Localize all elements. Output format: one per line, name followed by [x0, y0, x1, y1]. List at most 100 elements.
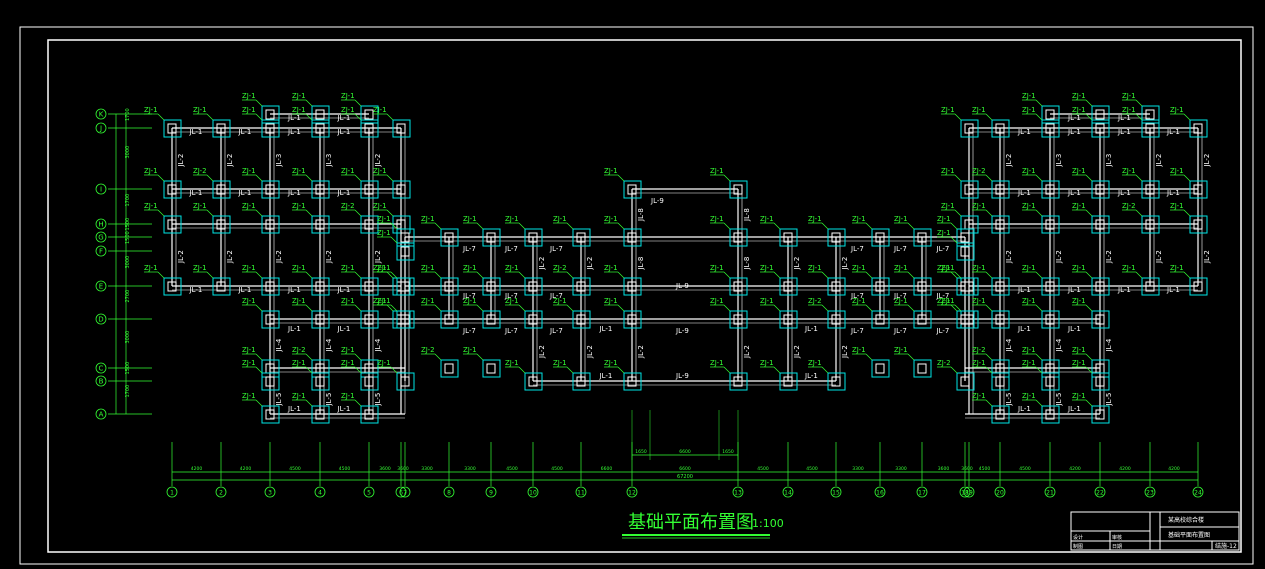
footing-label: ZJ-1 [852, 346, 866, 354]
beam-label-vertical: JL-4 [325, 338, 333, 352]
beam-label: JL-1 [1017, 128, 1031, 136]
beam-label: JL-1 [189, 189, 203, 197]
beam-label-vertical: JL-2 [1155, 154, 1163, 168]
footing-label: ZJ-2 [341, 202, 355, 210]
drawing-title: 基础平面布置图 [628, 512, 754, 533]
beam-label-vertical: JL-2 [1005, 250, 1013, 264]
col-dim-text: 4500 [1019, 466, 1031, 472]
footing-label: ZJ-1 [1022, 106, 1036, 114]
col-dim-text: 4500 [339, 466, 351, 472]
beam-label: JL-7 [936, 327, 950, 335]
footing-label: ZJ-1 [373, 167, 387, 175]
drawing-scale: 1:100 [752, 517, 784, 530]
col-axis-label: 2 [219, 490, 223, 497]
beam-label: JL-1 [287, 286, 301, 294]
footing-label: ZJ-1 [373, 106, 387, 114]
beam-label: JL-7 [504, 327, 518, 335]
footing-label: ZJ-1 [1072, 92, 1086, 100]
beam-label-vertical: JL-2 [374, 250, 382, 264]
footing-label: ZJ-1 [341, 392, 355, 400]
cad-viewport[interactable]: ZJ-1 ZJ-1 ZJ-1 ZJ-1 ZJ-1 ZJ-2 ZJ-1 ZJ-1 ZJ-1 ZJ-1… [0, 0, 1265, 565]
beam-label: JL-7 [850, 327, 864, 335]
beam-label: JL-1 [1166, 128, 1180, 136]
beam-label-vertical: JL-2 [1203, 154, 1211, 168]
row-dim-text: 1700 [125, 194, 131, 207]
col-axis-label: 10 [529, 490, 537, 497]
row-dim-text: 3000 [125, 331, 131, 344]
col-dim-text: 4500 [289, 466, 301, 472]
beam-label: JL-1 [1067, 405, 1081, 413]
beam-label: JL-1 [1017, 286, 1031, 294]
col-dim-text: 4200 [240, 466, 252, 472]
footing-label: ZJ-1 [937, 264, 951, 272]
beam-label: JL-1 [287, 128, 301, 136]
footing-label: ZJ-1 [972, 202, 986, 210]
footing-label: ZJ-1 [808, 215, 822, 223]
beam-label: JL-1 [804, 372, 818, 380]
beam-label: JL-1 [1067, 128, 1081, 136]
title-block-label-draft: 制图 [1073, 543, 1083, 550]
col-axis-label: 23 [1146, 490, 1154, 497]
beam-label: JL-1 [1117, 128, 1131, 136]
footing-label: ZJ-1 [292, 106, 306, 114]
beam-label: JL-1 [337, 325, 351, 333]
beam-label-vertical: JL-2 [586, 257, 594, 271]
footing-label: ZJ-1 [1022, 346, 1036, 354]
footing-label: ZJ-1 [292, 392, 306, 400]
col-axis-label: 8 [447, 490, 451, 497]
beam-label-vertical: JL-8 [743, 208, 751, 222]
footing-label: ZJ-1 [242, 359, 256, 367]
col-axis-label: 5 [367, 490, 371, 497]
footing-label: ZJ-1 [377, 359, 391, 367]
beam-label: JL-1 [1166, 286, 1180, 294]
beam-label-vertical: JL-4 [374, 338, 382, 352]
beam-label: JL-1 [1017, 189, 1031, 197]
beam-label-vertical: JL-8 [743, 257, 751, 271]
footing-label: ZJ-1 [341, 297, 355, 305]
footing-label: ZJ-1 [421, 297, 435, 305]
col-axis-label: 22 [1096, 490, 1104, 497]
beam-label: JL-1 [287, 189, 301, 197]
col-axis-label: 7 [403, 490, 407, 497]
beam-label: JL-1 [599, 372, 613, 380]
footing-label: ZJ-1 [1170, 202, 1184, 210]
footing-label: ZJ-2 [1122, 202, 1136, 210]
footing-label: ZJ-1 [808, 264, 822, 272]
footing-label: ZJ-1 [1170, 106, 1184, 114]
col-axis-label: 9 [489, 490, 493, 497]
row-dim-text: 3000 [125, 256, 131, 269]
footing-label: ZJ-1 [604, 215, 618, 223]
beam-label: JL-7 [893, 245, 907, 253]
beam-label: JL-1 [287, 405, 301, 413]
col-dim-text: 6600 [601, 466, 613, 472]
footing-label: ZJ-1 [505, 359, 519, 367]
col-dim-text: 4200 [1069, 466, 1081, 472]
beam-label: JL-7 [504, 245, 518, 253]
title-block-drawing-name: 基础平面布置图 [1168, 531, 1210, 539]
footing-label: ZJ-1 [341, 92, 355, 100]
col-axis-label: 11 [577, 490, 585, 497]
beam-label-vertical: JL-2 [841, 257, 849, 271]
footing-label: ZJ-1 [1072, 167, 1086, 175]
beam-label-vertical: JL-4 [1105, 338, 1113, 352]
beam-label-vertical: JL-8 [637, 257, 645, 271]
beam-label: JL-1 [189, 286, 203, 294]
footing-label: ZJ-1 [1122, 167, 1136, 175]
beam-label-vertical: JL-2 [226, 154, 234, 168]
footing-label: ZJ-1 [144, 167, 158, 175]
beam-label: JL-7 [936, 245, 950, 253]
footing-label: ZJ-1 [242, 106, 256, 114]
footing-label: ZJ-1 [760, 359, 774, 367]
footing-label: ZJ-1 [710, 359, 724, 367]
beam-label-vertical: JL-3 [325, 154, 333, 168]
footing-label: ZJ-1 [972, 392, 986, 400]
row-axis-label: E [99, 283, 103, 291]
footing-label: ZJ-1 [972, 359, 986, 367]
beam-label: JL-9 [650, 197, 664, 205]
col-dim-text: 4500 [757, 466, 769, 472]
footing-label: ZJ-1 [894, 346, 908, 354]
col-dim-text: 3300 [421, 466, 433, 472]
footing-label: ZJ-1 [292, 167, 306, 175]
beam-label-vertical: JL-5 [374, 393, 382, 407]
col-dim-text: 4200 [1119, 466, 1131, 472]
